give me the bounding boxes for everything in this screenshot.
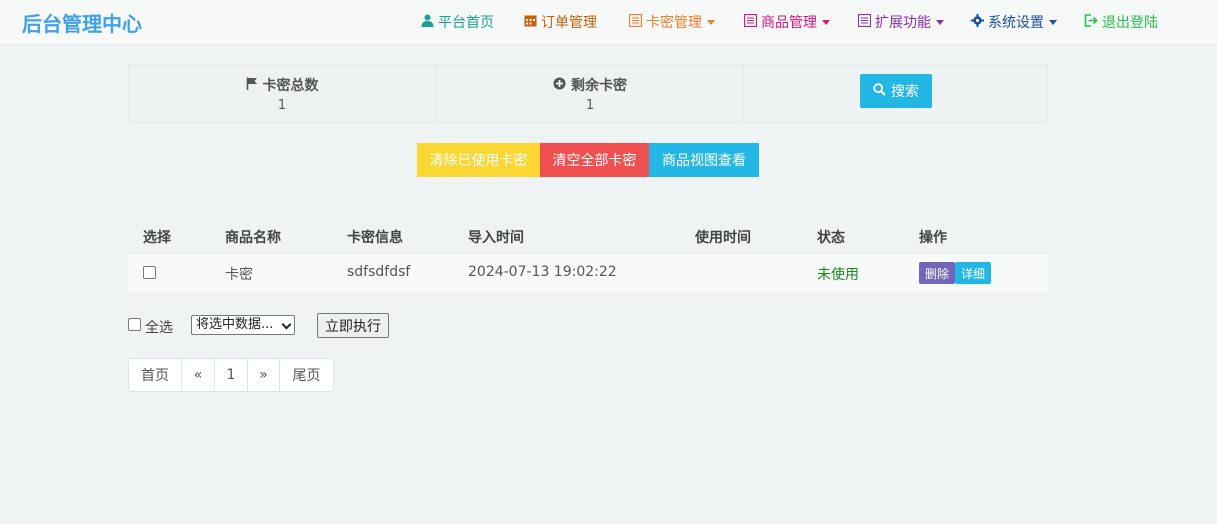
book-icon xyxy=(743,13,758,31)
stat-remain-label: 剩余卡密 xyxy=(571,78,627,94)
row-checkbox[interactable] xyxy=(143,266,156,279)
chevron-down-icon xyxy=(822,19,830,25)
nav-orders-label: 订单管理 xyxy=(541,15,597,31)
col-status: 状态 xyxy=(817,230,845,246)
row-import-time: 2024-07-13 19:02:22 xyxy=(468,264,617,280)
bulk-action-value: 将选中数据... xyxy=(196,317,274,332)
col-import-time: 导入时间 xyxy=(468,230,524,246)
nav-goods[interactable]: 商品管理 xyxy=(743,12,830,32)
nav-extend[interactable]: 扩展功能 xyxy=(857,12,944,32)
nav-logout-label: 退出登陆 xyxy=(1102,15,1158,31)
page-first[interactable]: 首页 xyxy=(129,359,182,391)
col-card: 卡密信息 xyxy=(347,230,403,246)
page-next[interactable]: » xyxy=(248,359,280,391)
select-all-checkbox[interactable] xyxy=(128,318,141,331)
nav-goods-label: 商品管理 xyxy=(761,15,817,31)
nav-extend-label: 扩展功能 xyxy=(875,15,931,31)
nav-home[interactable]: 平台首页 xyxy=(421,12,494,32)
table-row: 卡密 sdfsdfdsf 2024-07-13 19:02:22 未使用 删除 … xyxy=(128,253,1048,292)
nav-orders[interactable]: 订单管理 xyxy=(524,12,597,32)
chevron-down-icon xyxy=(707,19,715,25)
select-all-label[interactable]: 全选 xyxy=(145,317,173,337)
detail-button[interactable]: 详细 xyxy=(955,262,991,284)
gear-icon xyxy=(971,13,984,31)
bulk-action-select[interactable]: 将选中数据... xyxy=(191,315,295,335)
view-goods-button[interactable]: 商品视图查看 xyxy=(649,143,759,177)
clear-used-button[interactable]: 清除已使用卡密 xyxy=(417,143,540,177)
page-last[interactable]: 尾页 xyxy=(280,359,333,391)
pagination: 首页 « 1 » 尾页 xyxy=(128,358,334,392)
stat-remain: 剩余卡密 1 xyxy=(437,65,744,122)
chevron-down-icon xyxy=(1049,19,1057,25)
nav-cards-label: 卡密管理 xyxy=(646,15,702,31)
nav-settings-label: 系统设置 xyxy=(988,15,1044,31)
list-icon xyxy=(628,13,643,31)
page-current[interactable]: 1 xyxy=(215,359,248,391)
page-prev[interactable]: « xyxy=(182,359,215,391)
col-actions: 操作 xyxy=(919,230,947,246)
search-button[interactable]: 搜索 xyxy=(860,74,932,108)
user-icon xyxy=(421,14,434,31)
row-status: 未使用 xyxy=(817,267,859,283)
top-navbar: 后台管理中心 平台首页 订单管理 卡密管理 商品管理 扩展功能 系统设置 退出登… xyxy=(0,0,1217,45)
sign-out-icon xyxy=(1084,13,1098,31)
list-alt-icon xyxy=(857,13,872,31)
clear-all-button[interactable]: 清空全部卡密 xyxy=(540,143,649,177)
nav-settings[interactable]: 系统设置 xyxy=(971,12,1057,32)
chevron-down-icon xyxy=(281,319,292,330)
execute-button[interactable]: 立即执行 xyxy=(317,313,389,338)
search-icon xyxy=(873,82,886,100)
nav-home-label: 平台首页 xyxy=(438,15,494,31)
flag-icon xyxy=(246,77,258,94)
stat-total-label: 卡密总数 xyxy=(262,78,319,94)
plus-circle-icon xyxy=(553,77,566,94)
stat-total-value: 1 xyxy=(277,98,287,113)
nav-cards[interactable]: 卡密管理 xyxy=(628,12,715,32)
delete-button[interactable]: 删除 xyxy=(919,262,955,284)
stat-remain-value: 1 xyxy=(585,98,595,113)
brand-title[interactable]: 后台管理中心 xyxy=(22,8,142,37)
row-goods: 卡密 xyxy=(225,267,253,283)
chevron-down-icon xyxy=(936,19,944,25)
search-button-label: 搜索 xyxy=(891,84,919,100)
col-use-time: 使用时间 xyxy=(695,230,751,246)
nav-logout[interactable]: 退出登陆 xyxy=(1084,12,1158,32)
stat-total: 卡密总数 1 xyxy=(129,65,436,122)
calendar-icon xyxy=(524,14,537,31)
col-select: 选择 xyxy=(143,230,171,246)
col-goods: 商品名称 xyxy=(225,230,281,246)
row-card: sdfsdfdsf xyxy=(347,264,411,280)
